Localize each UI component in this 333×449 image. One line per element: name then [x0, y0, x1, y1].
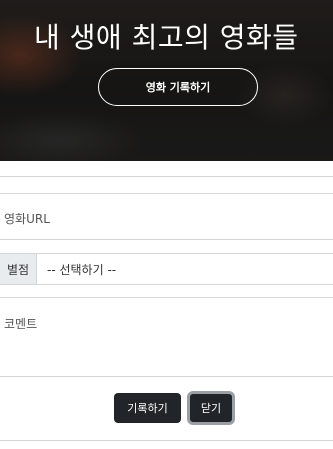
submit-button[interactable]: 기록하기 — [114, 393, 181, 423]
rating-label: 별점 — [0, 254, 37, 284]
movie-url-placeholder: 영화URL — [4, 212, 50, 226]
page: 내 생애 최고의 영화들 영화 기록하기 영화URL 별점 -- 선택하기 --… — [0, 0, 333, 449]
rating-select[interactable]: -- 선택하기 -- — [37, 254, 333, 284]
rating-row: 별점 -- 선택하기 -- — [0, 253, 333, 285]
divider — [0, 176, 333, 177]
record-movie-button[interactable]: 영화 기록하기 — [98, 68, 258, 106]
divider — [0, 440, 333, 441]
comment-field[interactable]: 코멘트 — [0, 297, 333, 377]
close-button[interactable]: 닫기 — [187, 391, 235, 425]
comment-placeholder: 코멘트 — [4, 317, 38, 331]
hero-title: 내 생애 최고의 영화들 — [34, 21, 299, 54]
movie-url-field[interactable]: 영화URL — [0, 193, 333, 240]
hero-banner: 내 생애 최고의 영화들 영화 기록하기 — [0, 0, 333, 161]
